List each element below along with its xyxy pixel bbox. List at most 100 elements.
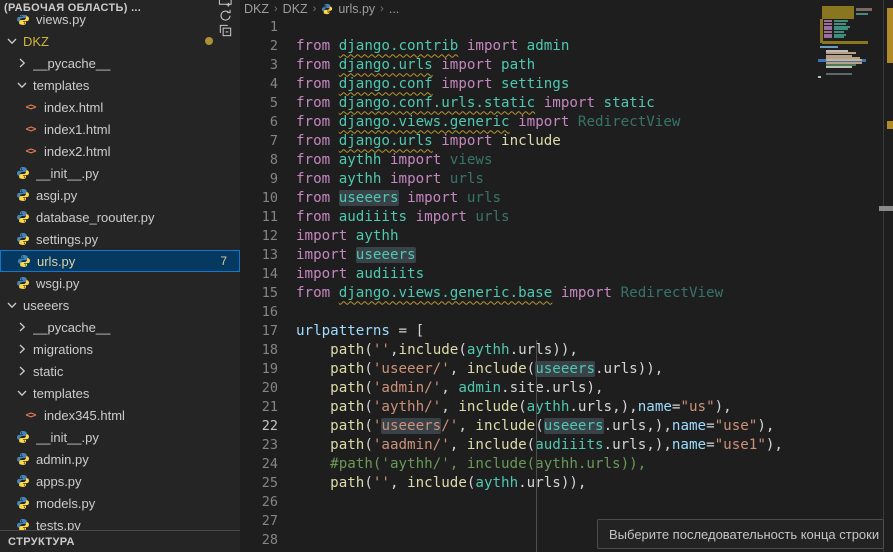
new-folder-icon[interactable] [215, 0, 236, 8]
code-line-23[interactable]: 23 path('aadmin/', include(audiiits.urls… [240, 435, 818, 454]
line-number: 2 [240, 38, 296, 54]
breadcrumb-item-symbol[interactable]: ... [389, 2, 399, 16]
sidebar-item-static[interactable]: static [0, 360, 240, 382]
item-label: index1.html [44, 122, 240, 137]
breadcrumb-item-folder[interactable]: DKZ [283, 2, 308, 16]
sidebar-item-index-html[interactable]: <>index.html [0, 96, 240, 118]
code-text: path('useeer/', include(useeers.urls)), [296, 361, 663, 377]
sidebar-item--pycache-[interactable]: __pycache__ [0, 316, 240, 338]
code-text: urlpatterns = [ [296, 323, 424, 339]
breadcrumb-item-file[interactable]: urls.py [338, 2, 375, 16]
code-line-24[interactable]: 24 #path('aythh/', include(aythh.urls)), [240, 454, 818, 473]
item-label: static [33, 364, 240, 379]
code-line-22[interactable]: 22 path('useeers/', include(useeers.urls… [240, 416, 818, 435]
sidebar-item-index345-html[interactable]: <>index345.html [0, 404, 240, 426]
code-text: from django.views.generic import Redirec… [296, 114, 680, 130]
scrollbar-track-edge [883, 0, 884, 552]
code-area[interactable]: 12from django.contrib import admin3from … [240, 17, 818, 549]
code-line-15[interactable]: 15from django.views.generic.base import … [240, 283, 818, 302]
outline-section-header[interactable]: СТРУКТУРА [0, 530, 240, 552]
chevron-down-icon [14, 385, 30, 401]
line-number: 9 [240, 171, 296, 187]
code-line-21[interactable]: 21 path('aythh/', include(aythh.urls,),n… [240, 397, 818, 416]
code-text: path('', include(aythh.urls)), [296, 475, 586, 491]
code-line-2[interactable]: 2from django.contrib import admin [240, 36, 818, 55]
sidebar-item-migrations[interactable]: migrations [0, 338, 240, 360]
sidebar-item-urls-py[interactable]: urls.py7 [0, 250, 240, 272]
line-number: 25 [240, 475, 296, 491]
chevron-right-icon [14, 55, 30, 71]
code-line-7[interactable]: 7from django.urls import include [240, 131, 818, 150]
code-line-14[interactable]: 14import audiiits [240, 264, 818, 283]
sidebar-item-index1-html[interactable]: <> index1.html [0, 118, 240, 140]
breadcrumb: DKZ › DKZ › urls.py › ... [240, 0, 399, 17]
line-number: 13 [240, 247, 296, 263]
html-icon: <> [22, 121, 39, 137]
sidebar-item--pycache-[interactable]: __pycache__ [0, 52, 240, 74]
code-line-4[interactable]: 4from django.conf import settings [240, 74, 818, 93]
minimap[interactable] [818, 0, 866, 552]
code-line-17[interactable]: 17urlpatterns = [ [240, 321, 818, 340]
sidebar-item-useeers[interactable]: useeers [0, 294, 240, 316]
code-line-9[interactable]: 9from aythh import urls [240, 169, 818, 188]
code-text: from aythh import views [296, 152, 493, 168]
sidebar-item-apps-py[interactable]: apps.py [0, 470, 240, 492]
breadcrumb-item-folder[interactable]: DKZ [244, 2, 269, 16]
code-line-10[interactable]: 10from useeers import urls [240, 188, 818, 207]
code-line-18[interactable]: 18 path('',include(aythh.urls)), [240, 340, 818, 359]
overview-ruler-warning-mark [887, 121, 893, 129]
python-icon [14, 473, 31, 489]
sidebar-item-dkz[interactable]: DKZ [0, 30, 240, 52]
sidebar-item--init-py[interactable]: __init__.py [0, 426, 240, 448]
sidebar-item--init-py[interactable]: __init__.py [0, 162, 240, 184]
code-line-8[interactable]: 8from aythh import views [240, 150, 818, 169]
chevron-down-icon [4, 33, 20, 49]
html-icon: <> [22, 407, 39, 423]
item-label: useeers [23, 298, 240, 313]
code-line-20[interactable]: 20 path('admin/', admin.site.urls), [240, 378, 818, 397]
code-line-6[interactable]: 6from django.views.generic import Redire… [240, 112, 818, 131]
line-number: 24 [240, 456, 296, 472]
problems-badge: 7 [220, 254, 227, 268]
code-text: from django.conf import settings [296, 76, 569, 92]
sidebar-item-wsgi-py[interactable]: wsgi.py [0, 272, 240, 294]
sidebar-item-index2-html[interactable]: <>index2.html [0, 140, 240, 162]
code-line-1[interactable]: 1 [240, 17, 818, 36]
line-number: 8 [240, 152, 296, 168]
item-label: apps.py [36, 474, 240, 489]
explorer-section-header[interactable]: (РАБОЧАЯ ОБЛАСТЬ) ... [0, 0, 240, 15]
code-line-5[interactable]: 5from django.conf.urls.static import sta… [240, 93, 818, 112]
item-label: templates [33, 78, 240, 93]
chevron-right-icon [14, 319, 30, 335]
line-number: 23 [240, 437, 296, 453]
line-number: 26 [240, 494, 296, 510]
chevron-right-icon: › [313, 3, 317, 15]
html-icon: <> [22, 99, 39, 115]
code-line-13[interactable]: 13import useeers [240, 245, 818, 264]
sidebar-item-templates[interactable]: templates [0, 382, 240, 404]
indent-guide [536, 340, 537, 552]
workspace-title: (РАБОЧАЯ ОБЛАСТЬ) ... [4, 2, 215, 14]
code-line-19[interactable]: 19 path('useeer/', include(useeers.urls)… [240, 359, 818, 378]
code-line-11[interactable]: 11from audiiits import urls [240, 207, 818, 226]
refresh-icon[interactable] [215, 8, 236, 23]
sidebar-item-templates[interactable]: templates [0, 74, 240, 96]
overview-ruler-cursor-mark [879, 206, 893, 211]
item-label: database_roouter.py [36, 210, 240, 225]
sidebar-item-models-py[interactable]: models.py [0, 492, 240, 514]
sidebar-item-settings-py[interactable]: settings.py [0, 228, 240, 250]
sidebar-item-database-roouter-py[interactable]: database_roouter.py [0, 206, 240, 228]
sidebar-item-admin-py[interactable]: admin.py [0, 448, 240, 470]
code-line-12[interactable]: 12import aythh [240, 226, 818, 245]
file-tree: views.pyDKZ__pycache__templates<>index.h… [0, 0, 240, 530]
code-line-25[interactable]: 25 path('', include(aythh.urls)), [240, 473, 818, 492]
line-number: 28 [240, 532, 296, 548]
line-number: 15 [240, 285, 296, 301]
line-number: 20 [240, 380, 296, 396]
sidebar-item-asgi-py[interactable]: asgi.py [0, 184, 240, 206]
code-line-3[interactable]: 3from django.urls import path [240, 55, 818, 74]
code-line-16[interactable]: 16 [240, 302, 818, 321]
line-number: 14 [240, 266, 296, 282]
code-line-26[interactable]: 26 [240, 492, 818, 511]
collapse-all-icon[interactable] [215, 23, 236, 38]
